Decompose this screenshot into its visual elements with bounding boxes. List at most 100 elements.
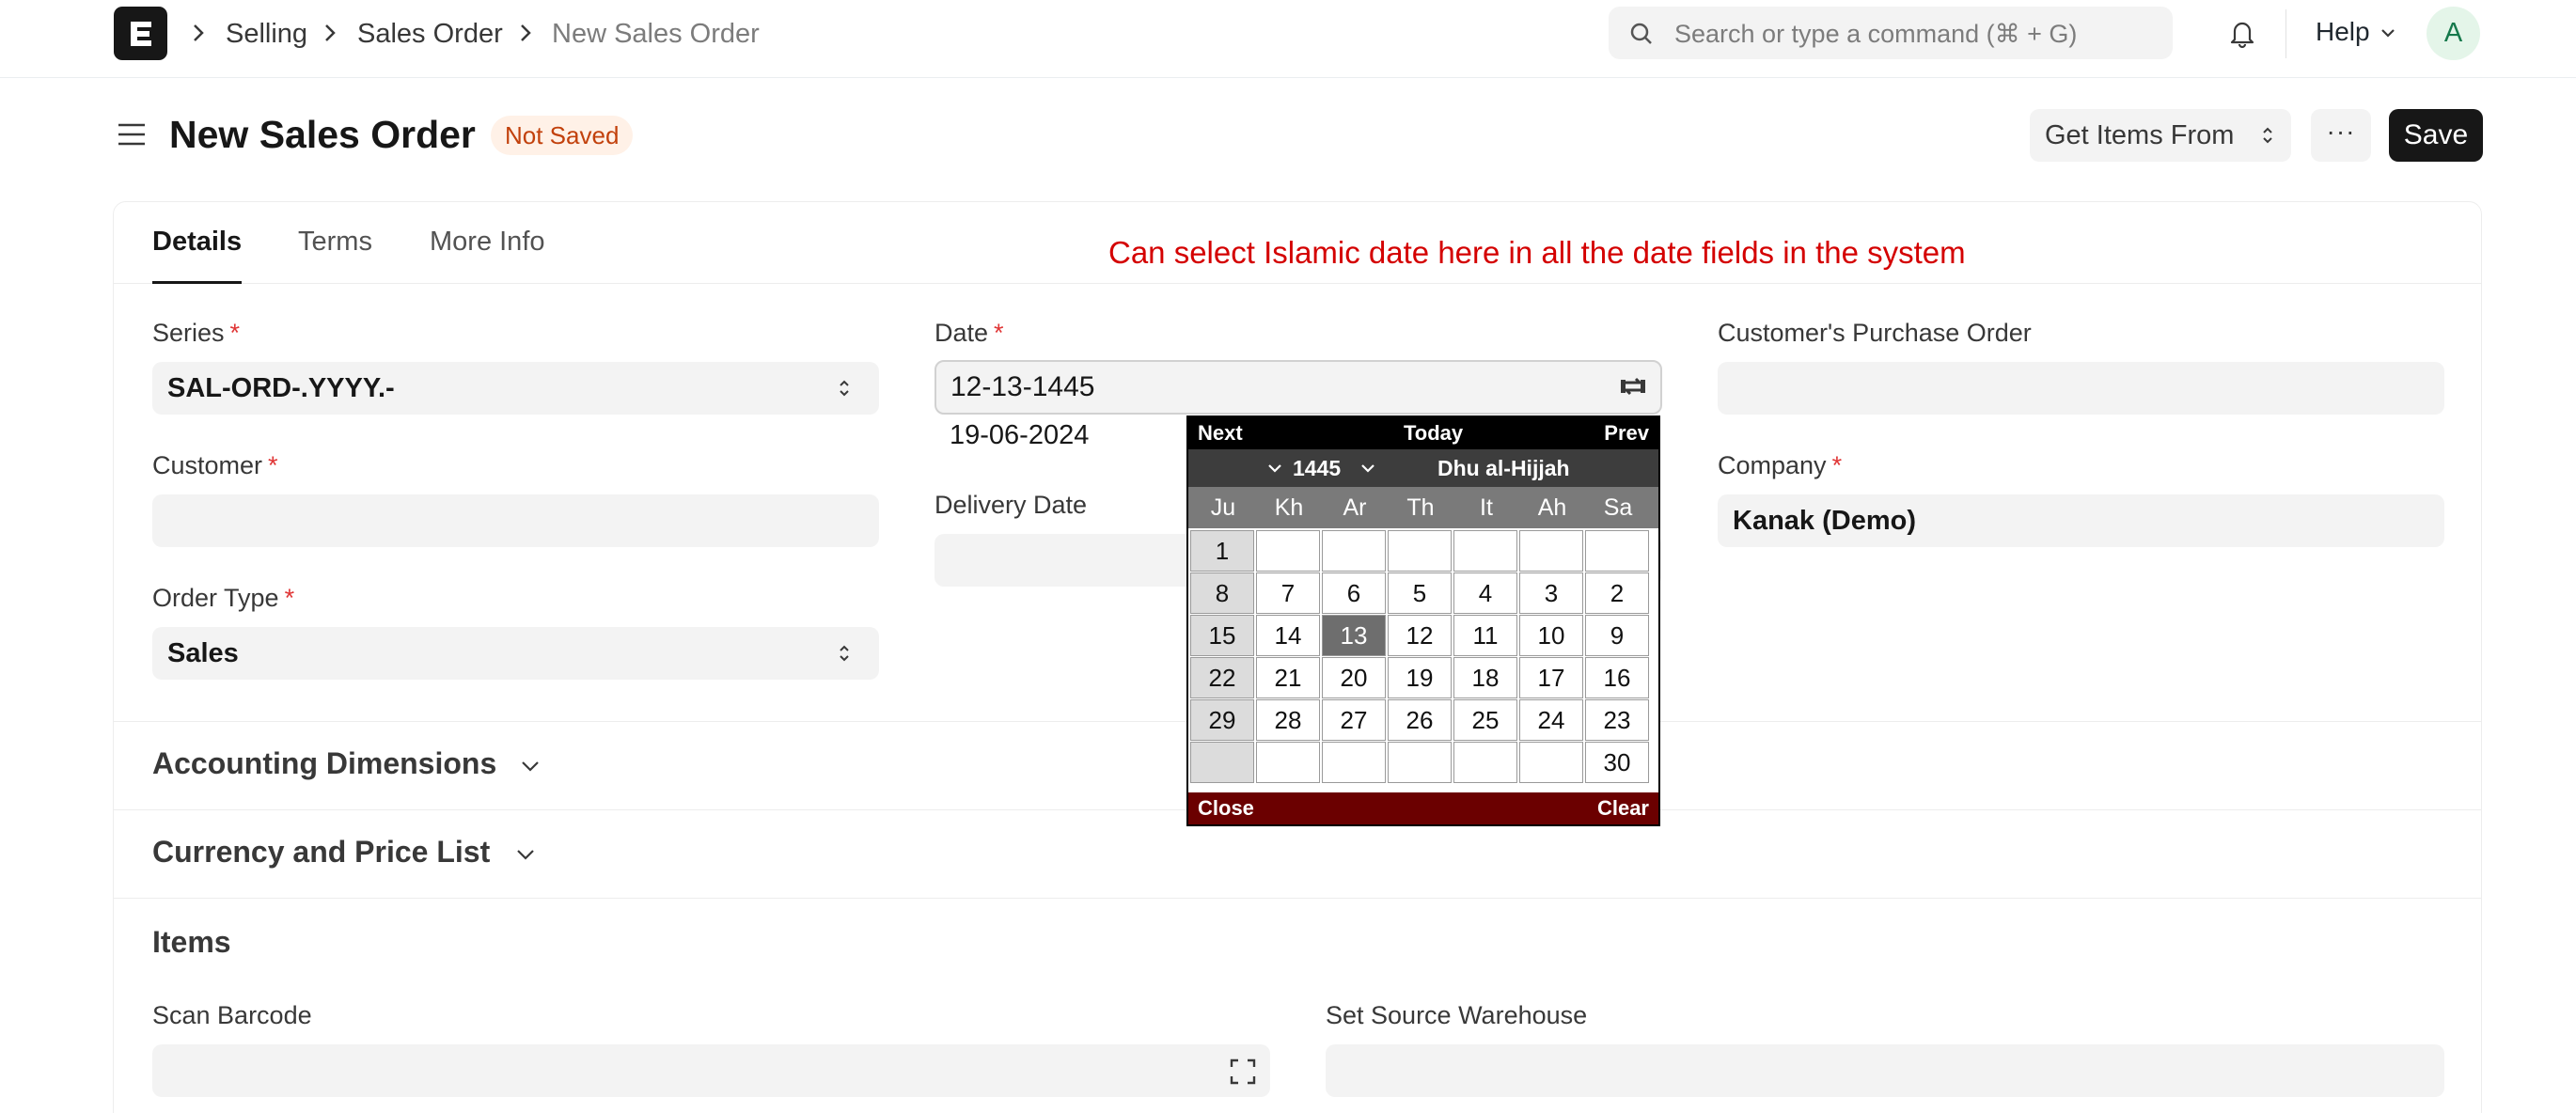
calendar-day[interactable]: 6 bbox=[1322, 572, 1386, 614]
search-bar[interactable]: Search or type a command (⌘ + G) bbox=[1609, 7, 2173, 59]
get-items-from-label: Get Items From bbox=[2045, 120, 2235, 150]
calendar-day[interactable]: 8 bbox=[1190, 572, 1254, 614]
calendar-close-button[interactable]: Close bbox=[1198, 792, 1254, 824]
breadcrumb-sales-order[interactable]: Sales Order bbox=[357, 17, 503, 51]
calendar-empty-cell bbox=[1453, 530, 1517, 572]
calendar-footer: Close Clear bbox=[1188, 792, 1658, 824]
calendar-day[interactable]: 2 bbox=[1585, 572, 1649, 614]
calendar-day[interactable]: 1 bbox=[1190, 530, 1254, 572]
save-button[interactable]: Save bbox=[2389, 109, 2483, 162]
calendar-empty-cell bbox=[1322, 530, 1386, 572]
calendar-today-button[interactable]: Today bbox=[1404, 417, 1463, 449]
chevron-right-icon bbox=[521, 24, 531, 41]
calendar-day[interactable]: 20 bbox=[1322, 657, 1386, 698]
currency-price-list-title: Currency and Price List bbox=[152, 835, 491, 869]
calendar-day[interactable]: 16 bbox=[1585, 657, 1649, 698]
active-tab-indicator bbox=[152, 281, 242, 284]
calendar-day[interactable]: 21 bbox=[1256, 657, 1320, 698]
app-logo-icon bbox=[130, 21, 151, 46]
calendar-day[interactable]: 15 bbox=[1190, 615, 1254, 656]
scan-barcode-icon[interactable] bbox=[1229, 1058, 1257, 1086]
series-select[interactable]: SAL-ORD-.YYYY.- bbox=[152, 362, 879, 415]
order-type-label: Order Type * bbox=[152, 584, 295, 612]
calendar-day[interactable]: 14 bbox=[1256, 615, 1320, 656]
tab-details[interactable]: Details bbox=[152, 227, 242, 258]
calendar-month-select[interactable]: Dhu al-Hijjah bbox=[1437, 449, 1570, 487]
calendar-day[interactable]: 13 bbox=[1322, 615, 1386, 656]
calendar-year-select[interactable]: 1445 bbox=[1293, 449, 1341, 487]
calendar-day[interactable]: 23 bbox=[1585, 699, 1649, 741]
calendar-empty-cell bbox=[1256, 530, 1320, 572]
date-input[interactable]: 12-13-1445 bbox=[935, 360, 1662, 415]
calendar-switch-icon[interactable] bbox=[1619, 374, 1647, 399]
bell-icon[interactable] bbox=[2226, 17, 2258, 49]
calendar-day[interactable]: 11 bbox=[1453, 615, 1517, 656]
calendar-day[interactable]: 22 bbox=[1190, 657, 1254, 698]
calendar-day[interactable]: 5 bbox=[1388, 572, 1452, 614]
calendar-empty-cell bbox=[1388, 742, 1452, 783]
tab-terms[interactable]: Terms bbox=[298, 227, 372, 258]
calendar-day[interactable]: 4 bbox=[1453, 572, 1517, 614]
calendar-day[interactable]: 27 bbox=[1322, 699, 1386, 741]
calendar-day[interactable]: 29 bbox=[1190, 699, 1254, 741]
accounting-dimensions-title: Accounting Dimensions bbox=[152, 746, 497, 780]
scan-barcode-input[interactable] bbox=[152, 1044, 1270, 1097]
calendar-month-year-bar: 1445 Dhu al-Hijjah bbox=[1188, 449, 1658, 487]
customer-input[interactable] bbox=[152, 494, 879, 547]
customer-label: Customer * bbox=[152, 451, 278, 479]
weekday-header: Sa bbox=[1603, 494, 1633, 521]
calendar-next-button[interactable]: Next bbox=[1198, 417, 1243, 449]
calendar-clear-button[interactable]: Clear bbox=[1597, 792, 1649, 824]
calendar-day[interactable]: 3 bbox=[1519, 572, 1583, 614]
calendar-day[interactable]: 24 bbox=[1519, 699, 1583, 741]
chevron-down-icon[interactable] bbox=[2380, 26, 2396, 39]
weekday-header: Th bbox=[1406, 494, 1435, 521]
chevron-down-icon[interactable] bbox=[1359, 462, 1376, 474]
weekday-header: Ar bbox=[1343, 494, 1367, 521]
scan-barcode-label: Scan Barcode bbox=[152, 1001, 312, 1029]
calendar-empty-cell bbox=[1519, 742, 1583, 783]
calendar-day[interactable]: 10 bbox=[1519, 615, 1583, 656]
calendar-empty-cell bbox=[1388, 530, 1452, 572]
order-type-select[interactable]: Sales bbox=[152, 627, 879, 680]
annotation-note: Can select Islamic date here in all the … bbox=[1108, 235, 1966, 270]
calendar-day[interactable]: 28 bbox=[1256, 699, 1320, 741]
calendar-empty-cell bbox=[1453, 742, 1517, 783]
tab-more-info[interactable]: More Info bbox=[430, 227, 545, 258]
calendar-empty-cell bbox=[1585, 530, 1649, 572]
items-section: Items Scan Barcode Set Source Warehouse bbox=[114, 898, 2481, 1113]
company-input[interactable]: Kanak (Demo) bbox=[1718, 494, 2444, 547]
more-actions-button[interactable]: ··· bbox=[2311, 109, 2371, 162]
page-title: New Sales Order bbox=[169, 113, 476, 156]
calendar-day[interactable]: 19 bbox=[1388, 657, 1452, 698]
chevron-right-icon bbox=[325, 24, 336, 41]
hamburger-icon[interactable] bbox=[116, 120, 148, 149]
calendar-day[interactable]: 26 bbox=[1388, 699, 1452, 741]
breadcrumb-selling[interactable]: Selling bbox=[226, 17, 307, 51]
app-logo[interactable] bbox=[114, 7, 167, 60]
source-warehouse-label: Set Source Warehouse bbox=[1326, 1001, 1588, 1029]
date-value: 12-13-1445 bbox=[950, 371, 1095, 402]
select-updown-icon bbox=[2263, 127, 2272, 144]
calendar-day[interactable]: 12 bbox=[1388, 615, 1452, 656]
help-menu[interactable]: Help bbox=[2316, 17, 2370, 47]
calendar-empty-cell bbox=[1190, 742, 1254, 783]
avatar[interactable]: A bbox=[2427, 7, 2480, 60]
breadcrumb-current: New Sales Order bbox=[552, 19, 760, 49]
get-items-from-button[interactable]: Get Items From bbox=[2030, 109, 2291, 162]
calendar-weekday-header: Ju Kh Ar Th It Ah Sa bbox=[1188, 487, 1658, 528]
calendar-day[interactable]: 9 bbox=[1585, 615, 1649, 656]
calendar-prev-button[interactable]: Prev bbox=[1604, 417, 1649, 449]
calendar-day[interactable]: 17 bbox=[1519, 657, 1583, 698]
search-placeholder: Search or type a command (⌘ + G) bbox=[1674, 20, 2078, 48]
items-title: Items bbox=[152, 925, 231, 959]
tab-bar: Details Terms More Info Can select Islam… bbox=[114, 202, 2481, 284]
calendar-day[interactable]: 30 bbox=[1585, 742, 1649, 783]
calendar-day[interactable]: 18 bbox=[1453, 657, 1517, 698]
source-warehouse-input[interactable] bbox=[1326, 1044, 2444, 1097]
chevron-down-icon[interactable] bbox=[1266, 462, 1283, 474]
calendar-day[interactable]: 7 bbox=[1256, 572, 1320, 614]
customer-po-input[interactable] bbox=[1718, 362, 2444, 415]
calendar-day[interactable]: 25 bbox=[1453, 699, 1517, 741]
status-badge: Not Saved bbox=[491, 116, 634, 155]
